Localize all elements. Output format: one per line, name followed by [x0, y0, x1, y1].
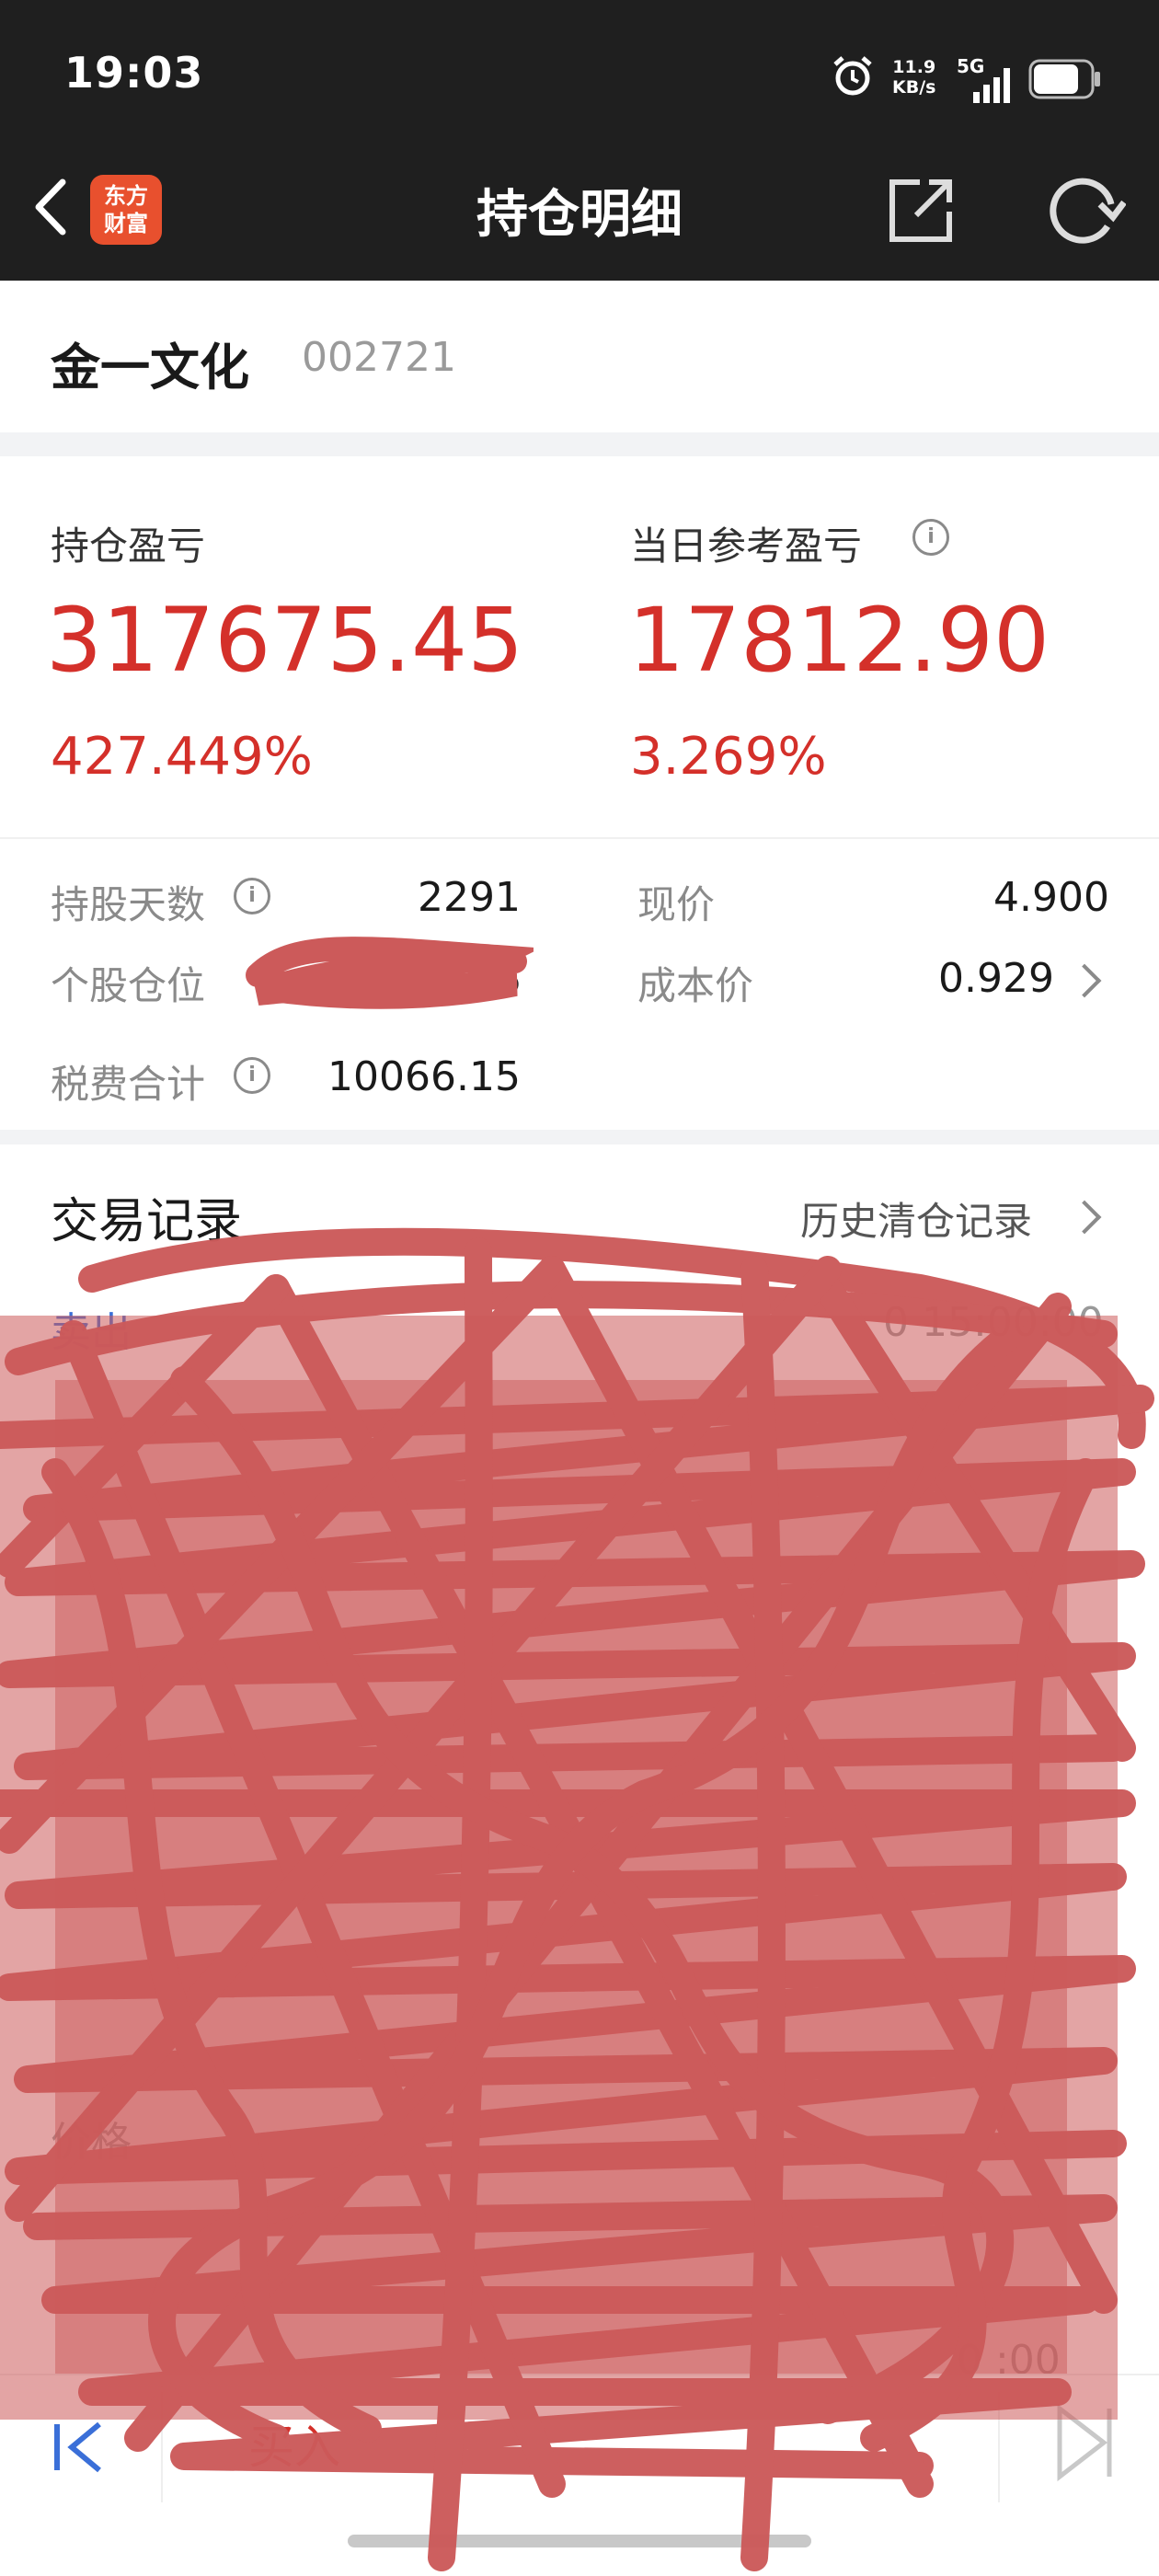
page-title: 持仓明细	[476, 185, 683, 245]
section-gap	[0, 432, 1159, 456]
signal-icon	[973, 68, 1010, 103]
divider	[161, 2392, 163, 2502]
network-speed-value: 11.9	[892, 57, 936, 77]
trade-records-title: 交易记录	[51, 1194, 243, 1249]
fees-label: 税费合计	[51, 1062, 206, 1107]
position-pnl-pct: 427.449%	[51, 727, 313, 787]
top-bar: 19:03 11.9 KB/s 5G 东方 财富 持仓明细	[0, 0, 1159, 281]
info-icon[interactable]: i	[912, 519, 949, 556]
daily-pnl-value: 17812.90	[628, 589, 1050, 692]
current-price-label: 现价	[637, 882, 716, 927]
battery-icon	[1028, 59, 1100, 99]
stock-name: 金一文化	[51, 339, 249, 397]
buy-button[interactable]: 买入	[248, 2410, 340, 2477]
home-indicator[interactable]	[348, 2535, 811, 2547]
current-price-value: 4.900	[993, 874, 1109, 921]
hold-days-label: 持股天数	[51, 882, 206, 927]
cost-price-value[interactable]: 0.929	[883, 955, 1054, 1002]
stock-code: 002721	[302, 334, 456, 381]
first-page-icon[interactable]	[46, 2415, 110, 2479]
divider	[0, 837, 1159, 839]
daily-pnl-pct: 3.269%	[630, 727, 827, 787]
trade-price-label: 价格	[51, 2119, 132, 2166]
position-pnl-value: 317675.45	[46, 589, 524, 692]
position-pnl-label: 持仓盈亏	[51, 523, 206, 569]
position-ratio-label: 个股仓位	[51, 963, 206, 1008]
info-icon[interactable]: i	[234, 1057, 270, 1094]
redaction-scribble	[246, 937, 534, 1009]
share-icon[interactable]	[883, 171, 960, 248]
hold-days-value: 2291	[418, 874, 521, 921]
last-page-icon[interactable]	[1049, 2401, 1122, 2484]
status-time: 19:03	[64, 48, 204, 98]
chevron-right-icon[interactable]	[1067, 963, 1102, 998]
bottom-action-bar	[0, 2374, 1159, 2523]
cost-price-label[interactable]: 成本价	[637, 955, 753, 1011]
info-icon[interactable]: i	[234, 878, 270, 914]
daily-pnl-label: 当日参考盈亏	[630, 523, 863, 569]
trade-type: 卖出	[51, 1309, 132, 1356]
history-clear-link[interactable]: 历史清仓记录	[800, 1190, 1032, 1247]
divider	[998, 2392, 1000, 2502]
chevron-right-icon[interactable]	[1067, 1200, 1102, 1235]
network-speed-unit: KB/s	[892, 77, 936, 98]
alarm-icon	[833, 56, 872, 96]
section-gap	[0, 1130, 1159, 1144]
trade-time: 0 15:00:00	[883, 1299, 1104, 1346]
network-speed: 11.9 KB/s	[892, 57, 935, 98]
refresh-icon[interactable]	[1043, 171, 1126, 248]
fees-value: 10066.15	[327, 1053, 521, 1100]
